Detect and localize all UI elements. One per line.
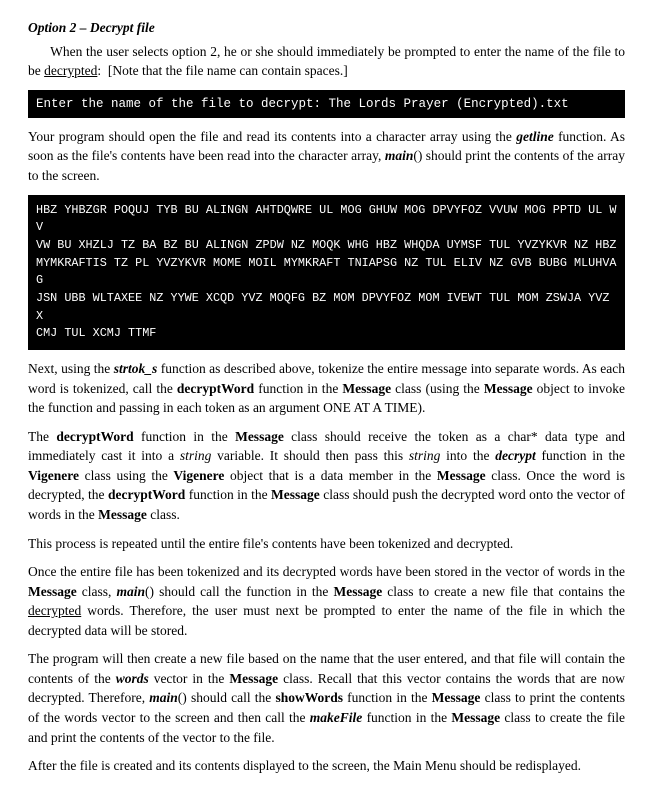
message-ref-5: Message [271, 487, 320, 502]
paragraph-1: Your program should open the file and re… [28, 127, 625, 186]
paragraph-3: The decryptWord function in the Message … [28, 427, 625, 525]
message-ref-6: Message [98, 507, 147, 522]
decryptword-ref-2: decryptWord [56, 429, 133, 444]
string-ref-2: string [409, 448, 441, 463]
prompt-bar: Enter the name of the file to decrypt: T… [28, 90, 625, 118]
decrypted-underline: decrypted [44, 63, 97, 78]
showwords-ref: showWords [275, 690, 343, 705]
strtok-ref: strtok_s [114, 361, 158, 376]
main-ref-1: main [385, 148, 414, 163]
intro-paragraph: When the user selects option 2, he or sh… [28, 42, 625, 81]
main-ref-2: main [117, 584, 146, 599]
paragraph-5: Once the entire file has been tokenized … [28, 562, 625, 640]
message-ref-11: Message [451, 710, 500, 725]
message-ref-7: Message [28, 584, 77, 599]
section-title: Option 2 – Decrypt file [28, 18, 625, 38]
decrypt-ref: decrypt [495, 448, 535, 463]
message-ref-10: Message [432, 690, 481, 705]
message-ref-2: Message [484, 381, 533, 396]
paragraph-2: Next, using the strtok_s function as des… [28, 359, 625, 418]
decryptword-ref-3: decryptWord [108, 487, 185, 502]
vigenere-ref-2: Vigenere [173, 468, 224, 483]
option-ref: option [172, 44, 207, 59]
message-ref-9: Message [229, 671, 278, 686]
decrypted-underline-2: decrypted [28, 603, 81, 618]
makefile-ref: makeFile [310, 710, 363, 725]
paragraph-4: This process is repeated until the entir… [28, 534, 625, 554]
words-ref: words [116, 671, 149, 686]
getline-ref: getline [516, 129, 554, 144]
message-ref-1: Message [342, 381, 391, 396]
encrypted-code-block: HBZ YHBZGR POQUJ TYB BU ALINGN AHTDQWRE … [28, 195, 625, 351]
paragraph-6: The program will then create a new file … [28, 649, 625, 747]
main-ref-3: main [149, 690, 178, 705]
vigenere-ref-1: Vigenere [28, 468, 79, 483]
message-ref-8: Message [333, 584, 382, 599]
decryptword-ref-1: decryptWord [177, 381, 254, 396]
message-ref-4: Message [437, 468, 486, 483]
paragraph-7: After the file is created and its conten… [28, 756, 625, 776]
message-ref-3: Message [235, 429, 284, 444]
string-ref-1: string [180, 448, 212, 463]
